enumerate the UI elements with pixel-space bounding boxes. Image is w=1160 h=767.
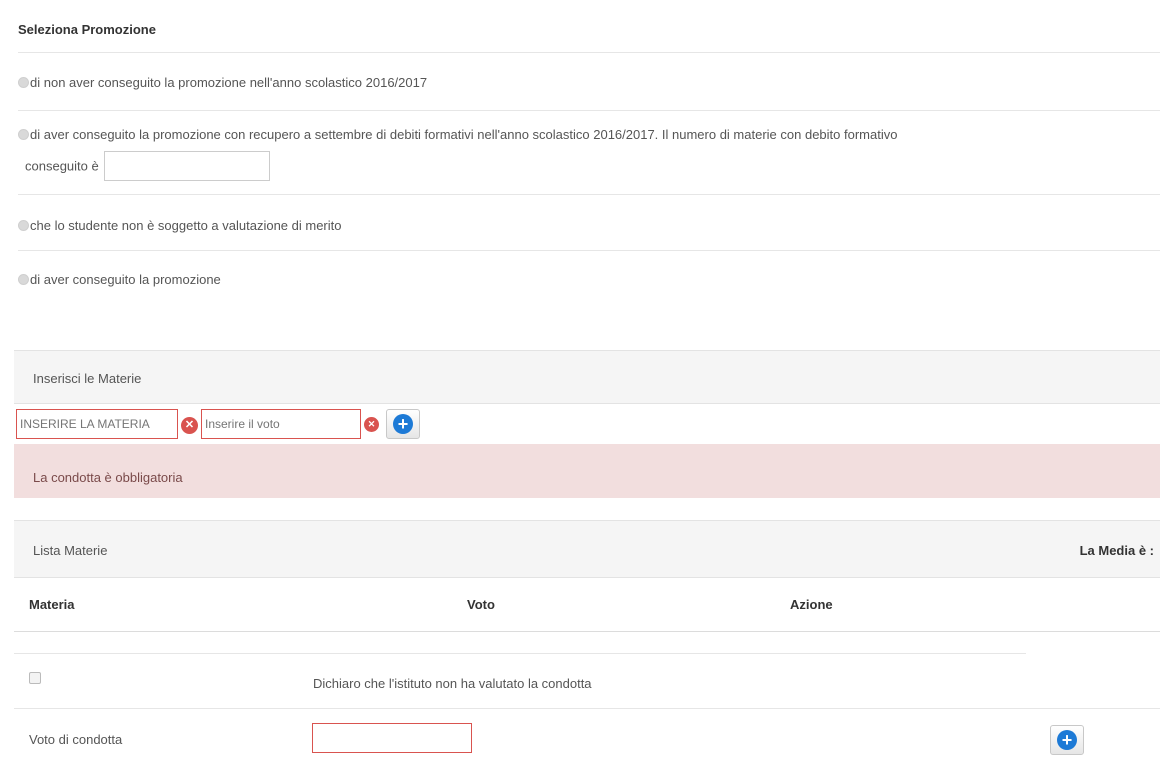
add-condotta-button[interactable]: + xyxy=(1050,725,1084,755)
radio-promosso[interactable] xyxy=(18,274,29,285)
option-non-valutazione[interactable]: che lo studente non è soggetto a valutaz… xyxy=(18,218,1160,233)
divider xyxy=(18,194,1160,195)
plus-circle-icon: + xyxy=(393,414,413,434)
plus-circle-icon: + xyxy=(1057,730,1077,750)
voto-condotta-label: Voto di condotta xyxy=(29,732,123,747)
option-non-promosso[interactable]: di non aver conseguito la promozione nel… xyxy=(18,75,1160,90)
voto-error-icon: ✕ xyxy=(364,417,379,432)
divider xyxy=(18,52,1160,53)
alert-message: La condotta è obbligatoria xyxy=(33,470,183,485)
table-divider xyxy=(14,631,1160,632)
option-label: di aver conseguito la promozione xyxy=(30,272,221,287)
option-promosso[interactable]: di aver conseguito la promozione xyxy=(18,272,1160,287)
radio-promosso-con-debiti[interactable] xyxy=(18,129,29,140)
voto-condotta-input[interactable] xyxy=(312,723,472,753)
column-header-materia: Materia xyxy=(29,597,75,612)
divider xyxy=(18,250,1160,251)
radio-non-valutazione[interactable] xyxy=(18,220,29,231)
debiti-count-input[interactable] xyxy=(104,151,271,181)
add-materia-button[interactable]: + xyxy=(386,409,420,439)
lista-header-label: Lista Materie xyxy=(33,543,108,558)
option-label: di non aver conseguito la promozione nel… xyxy=(30,75,428,90)
radio-non-promosso[interactable] xyxy=(18,77,29,88)
option-label-cont: conseguito è xyxy=(25,158,99,174)
column-header-azione: Azione xyxy=(790,597,833,612)
option-label: di aver conseguito la promozione con rec… xyxy=(30,127,898,142)
promozione-title: Seleziona Promozione xyxy=(18,22,156,37)
condotta-error-alert: La condotta è obbligatoria xyxy=(14,444,1160,498)
divider xyxy=(14,653,1026,654)
divider xyxy=(18,110,1160,111)
voto-input[interactable] xyxy=(201,409,361,439)
materie-header-label: Inserisci le Materie xyxy=(33,371,142,386)
non-valutato-checkbox[interactable] xyxy=(29,672,41,684)
materia-input[interactable] xyxy=(16,409,178,439)
materie-panel-header: Inserisci le Materie xyxy=(14,350,1160,404)
option-label: che lo studente non è soggetto a valutaz… xyxy=(30,218,342,233)
materia-error-icon: ✕ xyxy=(181,417,198,434)
non-valutato-label: Dichiaro che l'istituto non ha valutato … xyxy=(313,676,592,691)
option-promosso-con-debiti[interactable]: di aver conseguito la promozione con rec… xyxy=(18,127,1160,142)
media-label: La Media è : xyxy=(1079,543,1154,558)
option-debiti-line: conseguito è xyxy=(25,151,1160,181)
divider xyxy=(14,708,1160,709)
column-header-voto: Voto xyxy=(467,597,495,612)
lista-panel-header: Lista Materie La Media è : xyxy=(14,520,1160,578)
